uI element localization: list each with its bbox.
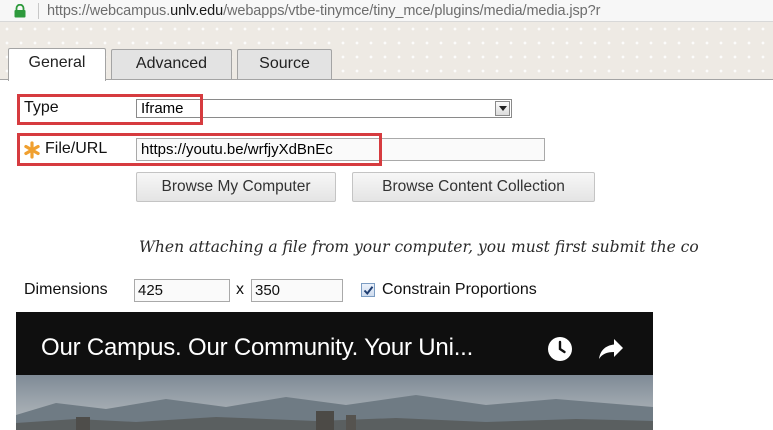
address-bar[interactable]: https://webcampus.unlv.edu/webapps/vtbe-… [0,0,773,22]
page: https://webcampus.unlv.edu/webapps/vtbe-… [0,0,773,430]
constrain-proportions-label[interactable]: Constrain Proportions [382,281,537,299]
checkmark-icon [363,286,374,296]
browse-content-collection-button[interactable]: Browse Content Collection [352,172,595,202]
clock-icon[interactable] [547,336,573,362]
file-url-highlight-box [17,133,382,166]
tab-advanced[interactable]: Advanced [111,49,232,79]
times-symbol: x [236,281,244,298]
height-input[interactable]: 350 [251,279,343,302]
browse-my-computer-button[interactable]: Browse My Computer [136,172,336,202]
url-text[interactable]: https://webcampus.unlv.edu/webapps/vtbe-… [47,2,600,20]
attach-note: When attaching a file from your computer… [139,238,699,256]
tab-general[interactable]: General [8,48,106,81]
type-highlight-box [17,94,203,125]
chevron-down-icon [499,106,507,111]
dimensions-label: Dimensions [24,281,108,298]
tab-content-border [0,79,773,80]
video-embed[interactable]: Our Campus. Our Community. Your Uni... [16,312,653,430]
width-input[interactable]: 425 [134,279,230,302]
tab-source[interactable]: Source [237,49,332,79]
video-title[interactable]: Our Campus. Our Community. Your Uni... [41,334,473,362]
constrain-proportions-checkbox[interactable] [361,283,375,297]
video-thumbnail [16,375,653,430]
share-icon[interactable] [598,338,624,360]
lock-icon [14,4,26,18]
address-divider [38,3,39,19]
dropdown-arrow-button[interactable] [495,101,510,116]
campus-scene-image [16,395,653,430]
tab-strip: General Advanced Source [0,22,773,81]
